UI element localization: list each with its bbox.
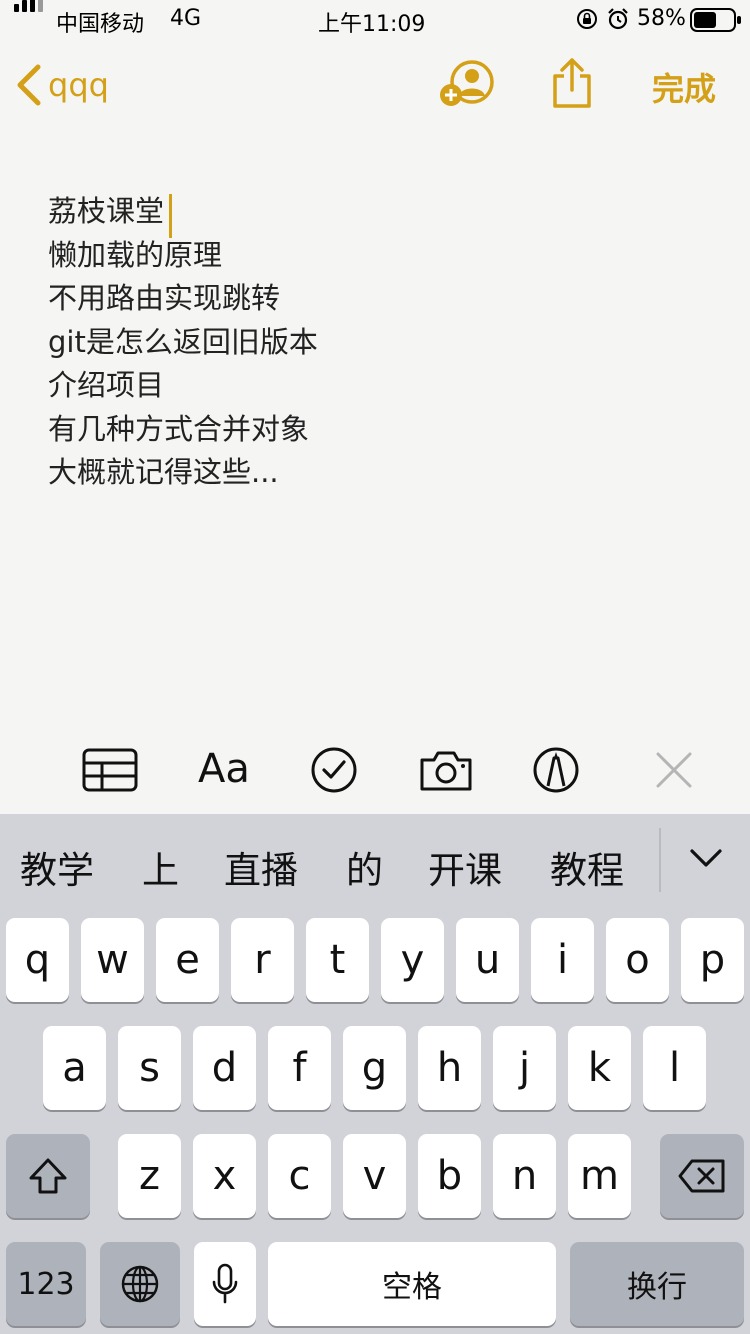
return-key[interactable]: 换行 — [570, 1242, 744, 1326]
network-label: 4G — [170, 6, 202, 31]
key-u[interactable]: u — [456, 918, 519, 1002]
share-button[interactable] — [550, 56, 594, 110]
key-l[interactable]: l — [643, 1026, 706, 1110]
note-line: git是怎么返回旧版本 — [48, 324, 318, 359]
key-a[interactable]: a — [43, 1026, 106, 1110]
candidate-1[interactable]: 教学 — [20, 840, 94, 894]
key-z[interactable]: z — [118, 1134, 181, 1218]
candidate-6[interactable]: 教程 — [550, 840, 624, 894]
alarm-icon — [608, 8, 628, 30]
text-style-button[interactable]: Aa — [198, 746, 250, 792]
globe-key[interactable] — [100, 1242, 180, 1326]
key-b[interactable]: b — [418, 1134, 481, 1218]
note-body[interactable]: 荔枝课堂懒加载的原理不用路由实现跳转 git是怎么返回旧版本 介绍项目有几种方式合并… — [48, 190, 318, 495]
table-button[interactable] — [82, 748, 138, 792]
key-k[interactable]: k — [568, 1026, 631, 1110]
camera-button[interactable] — [418, 748, 474, 792]
key-r[interactable]: r — [231, 918, 294, 1002]
candidate-divider — [659, 828, 661, 892]
note-line: 介绍项目 — [48, 368, 165, 402]
candidate-5[interactable]: 开课 — [428, 840, 502, 894]
checklist-button[interactable] — [310, 746, 358, 794]
key-w[interactable]: w — [81, 918, 144, 1002]
key-o[interactable]: o — [606, 918, 669, 1002]
microphone-icon — [212, 1263, 238, 1304]
status-bar: 中国移动 4G 上午11:09 58% — [0, 0, 750, 40]
key-d[interactable]: d — [193, 1026, 256, 1110]
note-line: 荔枝课堂 — [48, 194, 165, 228]
clock: 上午11:09 — [318, 12, 426, 37]
key-h[interactable]: h — [418, 1026, 481, 1110]
back-label: qqq — [48, 66, 109, 104]
battery-percent: 58% — [637, 6, 686, 31]
done-button[interactable]: 完成 — [652, 64, 716, 110]
add-people-button[interactable] — [438, 60, 496, 108]
key-e[interactable]: e — [156, 918, 219, 1002]
key-p[interactable]: p — [681, 918, 744, 1002]
candidate-4[interactable]: 的 — [346, 840, 383, 894]
shift-icon — [29, 1158, 67, 1194]
key-s[interactable]: s — [118, 1026, 181, 1110]
key-g[interactable]: g — [343, 1026, 406, 1110]
candidate-3[interactable]: 直播 — [224, 840, 298, 894]
chevron-left-icon — [17, 64, 41, 106]
microphone-key[interactable] — [194, 1242, 256, 1326]
globe-icon — [121, 1265, 159, 1303]
key-y[interactable]: y — [381, 918, 444, 1002]
key-n[interactable]: n — [493, 1134, 556, 1218]
note-line: 大概就记得这些... — [48, 455, 279, 489]
note-line: 有几种方式合并对象 — [48, 411, 310, 446]
delete-key[interactable] — [660, 1134, 744, 1218]
carrier-label: 中国移动 — [56, 12, 145, 37]
note-line: 不用路由实现跳转 — [48, 281, 281, 315]
orientation-lock-icon — [577, 9, 597, 29]
key-m[interactable]: m — [568, 1134, 631, 1218]
markup-button[interactable] — [532, 746, 580, 794]
text-cursor — [169, 194, 172, 238]
close-toolbar-button[interactable] — [654, 750, 694, 790]
key-v[interactable]: v — [343, 1134, 406, 1218]
key-f[interactable]: f — [268, 1026, 331, 1110]
key-t[interactable]: t — [306, 918, 369, 1002]
key-i[interactable]: i — [531, 918, 594, 1002]
backspace-icon — [678, 1159, 725, 1193]
key-j[interactable]: j — [493, 1026, 556, 1110]
space-key[interactable]: 空格 — [268, 1242, 556, 1326]
chevron-down-icon[interactable] — [688, 846, 724, 870]
numbers-key[interactable]: 123 — [6, 1242, 86, 1326]
battery-icon — [690, 8, 741, 32]
key-q[interactable]: q — [6, 918, 69, 1002]
candidate-2[interactable]: 上 — [142, 840, 179, 894]
back-button[interactable]: qqq — [14, 60, 109, 110]
key-c[interactable]: c — [268, 1134, 331, 1218]
key-x[interactable]: x — [193, 1134, 256, 1218]
shift-key[interactable] — [6, 1134, 90, 1218]
note-line: 懒加载的原理 — [48, 237, 223, 272]
